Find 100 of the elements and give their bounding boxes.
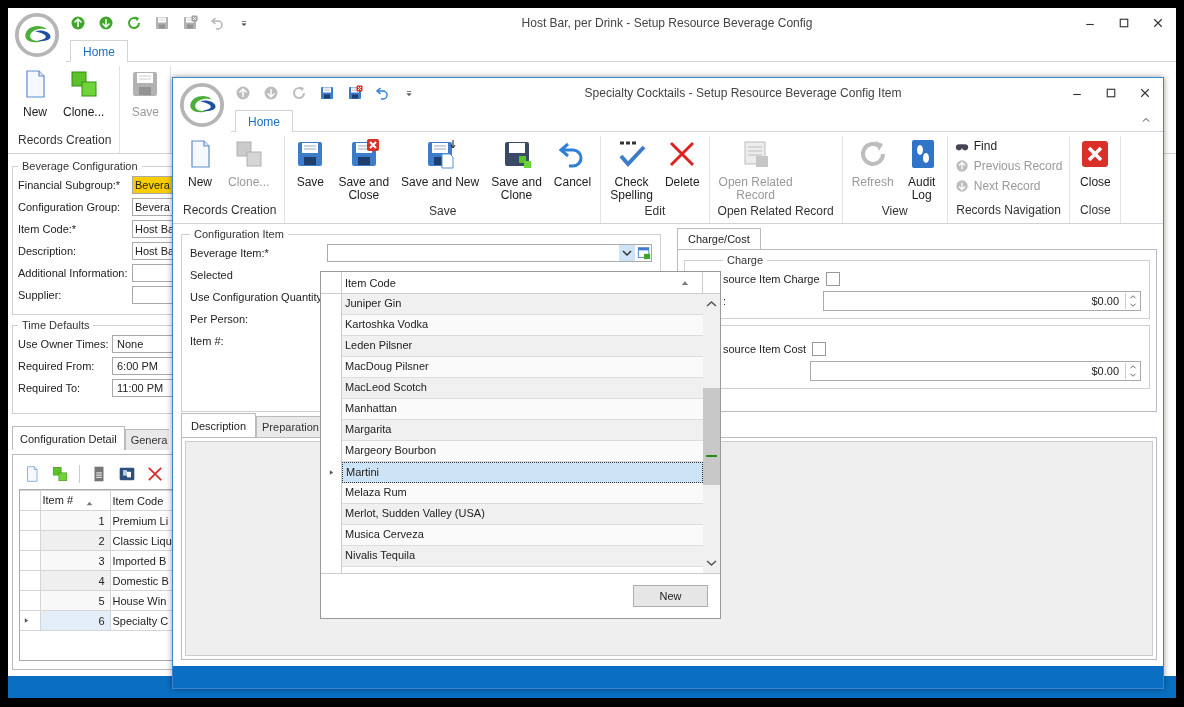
list-item[interactable]: Merlot, Sudden Valley (USA) — [342, 504, 703, 525]
group-title: Time Defaults — [21, 319, 91, 331]
group-label: Records Creation — [17, 133, 113, 149]
input-field[interactable]: 11:00 PM — [112, 379, 172, 397]
group-title: Charge — [726, 254, 765, 266]
ribbon-button[interactable]: Save and Clone — [486, 136, 547, 204]
scroll-up-icon[interactable] — [1141, 115, 1151, 125]
ribbon-button[interactable]: Cancel — [548, 136, 597, 204]
dropdown-icon[interactable] — [619, 245, 635, 261]
scroll-down-icon[interactable] — [1129, 371, 1137, 379]
checkbox[interactable] — [825, 272, 840, 286]
ribbon-button[interactable]: Close — [1074, 136, 1117, 203]
input-field[interactable] — [132, 286, 172, 304]
close-icon[interactable] — [1152, 16, 1164, 29]
group-label: Records Navigation — [955, 203, 1062, 219]
column-header[interactable]: Item # — [40, 490, 110, 511]
field-label: Financial Subgroup:* — [18, 179, 122, 191]
ribbon-button[interactable]: Save and New — [396, 136, 485, 204]
list-item[interactable]: Martini — [342, 462, 703, 483]
tab[interactable]: Charge/Cost — [677, 228, 761, 249]
window-title: Host Bar, per Drink - Setup Resource Beverage Config — [520, 15, 814, 30]
list-item[interactable]: Musica Cerveza — [342, 525, 703, 546]
list-item[interactable]: Margeory Bourbon — [342, 441, 703, 462]
ribbon-button[interactable]: Delete — [659, 136, 705, 204]
logo[interactable] — [179, 82, 225, 128]
ribbon-tab[interactable]: Home — [235, 110, 293, 132]
field-label: Required From: — [18, 360, 96, 372]
up-arrow-icon[interactable] — [70, 14, 86, 31]
field-value: $0.00 — [1091, 295, 1120, 307]
tab[interactable]: Genera — [124, 429, 170, 450]
column-header[interactable]: Item Code — [110, 490, 172, 511]
input-field[interactable]: Bevera — [132, 198, 172, 216]
close-icon[interactable] — [1139, 86, 1151, 99]
group-label: Save — [428, 204, 458, 220]
tab[interactable]: Preparation — [256, 416, 322, 437]
checkbox-label: source Item Cost — [723, 343, 807, 355]
group-label: Close — [1079, 203, 1112, 219]
ribbon-button[interactable]: Clone... — [58, 66, 110, 133]
list-item[interactable]: Juniper Gin — [342, 294, 703, 315]
checkbox[interactable] — [812, 342, 827, 356]
input-field[interactable]: None — [112, 335, 172, 353]
input-field[interactable]: 6:00 PM — [112, 357, 172, 375]
ribbon-button[interactable]: Find — [951, 138, 1066, 154]
input-field[interactable] — [132, 264, 172, 282]
column-title: Item Code — [345, 276, 396, 289]
group-label: Records Creation — [182, 203, 278, 219]
checkbox-label: source Item Charge — [723, 273, 820, 285]
ribbon-button[interactable]: New — [179, 136, 221, 203]
list-item[interactable]: Manhattan — [342, 399, 703, 420]
maximize-icon[interactable] — [1118, 16, 1130, 29]
field-label: Item Code:* — [18, 223, 78, 235]
new-button[interactable]: New — [633, 585, 708, 607]
field-label: Selected — [190, 269, 234, 281]
delete-icon[interactable] — [146, 465, 164, 483]
floppy-disk-x-icon[interactable] — [347, 84, 363, 101]
field-label: Configuration Group: — [18, 201, 122, 213]
field-label: : — [723, 295, 728, 307]
group-title: Beverage Configuration — [21, 160, 139, 172]
field-value: $0.00 — [1091, 365, 1120, 377]
scroll-up-icon[interactable] — [1129, 293, 1137, 301]
column-header[interactable]: Item Code — [342, 272, 703, 293]
list-item[interactable]: MacLeod Scotch — [342, 378, 703, 399]
tab[interactable]: Configuration Detail — [12, 426, 125, 450]
list-item[interactable]: Melaza Rum — [342, 483, 703, 504]
field-label: Supplier: — [18, 289, 63, 301]
logo[interactable] — [14, 12, 60, 58]
ribbon-button[interactable]: New — [14, 66, 56, 133]
field-label: Beverage Item:* — [190, 247, 270, 259]
group-label: Edit — [643, 204, 667, 220]
field-label: Per Person: — [190, 313, 250, 325]
ribbon-button[interactable]: Save — [289, 136, 332, 204]
scroll-up-icon[interactable] — [1129, 363, 1137, 371]
list-item[interactable]: Leden Pilsner — [342, 336, 703, 357]
input-field[interactable]: Bevera — [132, 176, 172, 194]
list-item[interactable]: Margarita — [342, 420, 703, 441]
spin-field[interactable]: $0.00 — [823, 291, 1141, 311]
copy-icon[interactable] — [118, 465, 136, 483]
field-label: Use Configuration Quantity — [190, 291, 324, 303]
ribbon-button[interactable]: Audit Log — [900, 136, 943, 204]
scrollbar[interactable] — [703, 294, 720, 573]
field-label: Required To: — [18, 382, 82, 394]
list-item[interactable]: MacDoug Pilsner — [342, 357, 703, 378]
ribbon-tab[interactable]: Home — [70, 40, 128, 62]
tab[interactable]: Description — [181, 413, 257, 437]
lookup-icon[interactable] — [637, 246, 651, 260]
scroll-down-icon[interactable] — [1129, 301, 1137, 309]
list-item[interactable]: Kartoshka Vodka — [342, 315, 703, 336]
ribbon-button[interactable]: Check Spelling — [605, 136, 658, 204]
group-label: View — [880, 204, 909, 220]
spin-field[interactable]: $0.00 — [810, 361, 1141, 381]
window-title: Specialty Cocktails - Setup Resource Beverage Config Item — [583, 85, 903, 100]
field-label: Item #: — [190, 335, 225, 347]
refresh-icon[interactable] — [126, 14, 142, 31]
ribbon-button[interactable]: Save and Close — [333, 136, 395, 204]
group-title: Configuration Item — [193, 228, 285, 240]
down-arrow-icon[interactable] — [98, 14, 114, 31]
list-item[interactable]: Nivalis Tequila — [342, 546, 703, 567]
cubes-icon[interactable] — [51, 465, 69, 483]
maximize-icon[interactable] — [1105, 86, 1117, 99]
field-label: Use Owner Times: — [18, 338, 110, 350]
